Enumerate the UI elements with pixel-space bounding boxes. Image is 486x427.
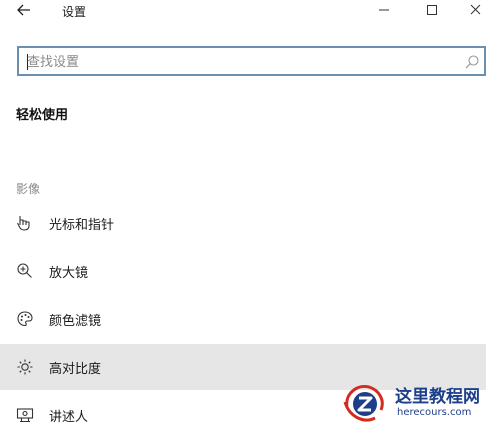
maximize-button[interactable] — [422, 1, 442, 19]
nav-item-label: 讲述人 — [49, 410, 89, 425]
search-icon[interactable] — [464, 54, 480, 70]
nav-item-color-filters[interactable]: 颜色滤镜 — [0, 296, 486, 342]
nav-item-label: 光标和指针 — [49, 218, 115, 233]
close-button[interactable] — [466, 1, 486, 19]
color-palette-icon — [16, 310, 34, 328]
nav-item-label: 颜色滤镜 — [49, 314, 102, 329]
site-watermark: 这里教程网 herecours.com — [337, 380, 486, 427]
pointer-hand-icon — [16, 214, 34, 232]
nav-item-magnifier[interactable]: 放大镜 — [0, 248, 486, 294]
back-button[interactable] — [14, 1, 34, 19]
section-title: 轻松使用 — [16, 108, 69, 123]
minimize-button[interactable] — [374, 1, 394, 19]
nav-item-cursor-pointer[interactable]: 光标和指针 — [0, 200, 486, 246]
back-arrow-icon — [17, 4, 30, 16]
group-label: 影像 — [16, 182, 41, 196]
minimize-icon — [379, 9, 389, 11]
search-box[interactable] — [17, 46, 486, 76]
search-input[interactable] — [27, 52, 447, 72]
watermark-title: 这里教程网 — [395, 387, 480, 407]
window-title: 设置 — [62, 5, 87, 19]
title-bar: 设置 — [0, 0, 486, 22]
magnifier-icon — [16, 262, 34, 280]
narrator-icon — [16, 406, 34, 424]
maximize-icon — [427, 5, 437, 15]
nav-item-label: 放大镜 — [49, 266, 89, 281]
brightness-icon — [16, 358, 34, 376]
watermark-logo-icon — [343, 384, 384, 422]
watermark-subtitle: herecours.com — [397, 407, 472, 418]
nav-item-label: 高对比度 — [49, 362, 102, 377]
close-icon — [470, 4, 481, 15]
